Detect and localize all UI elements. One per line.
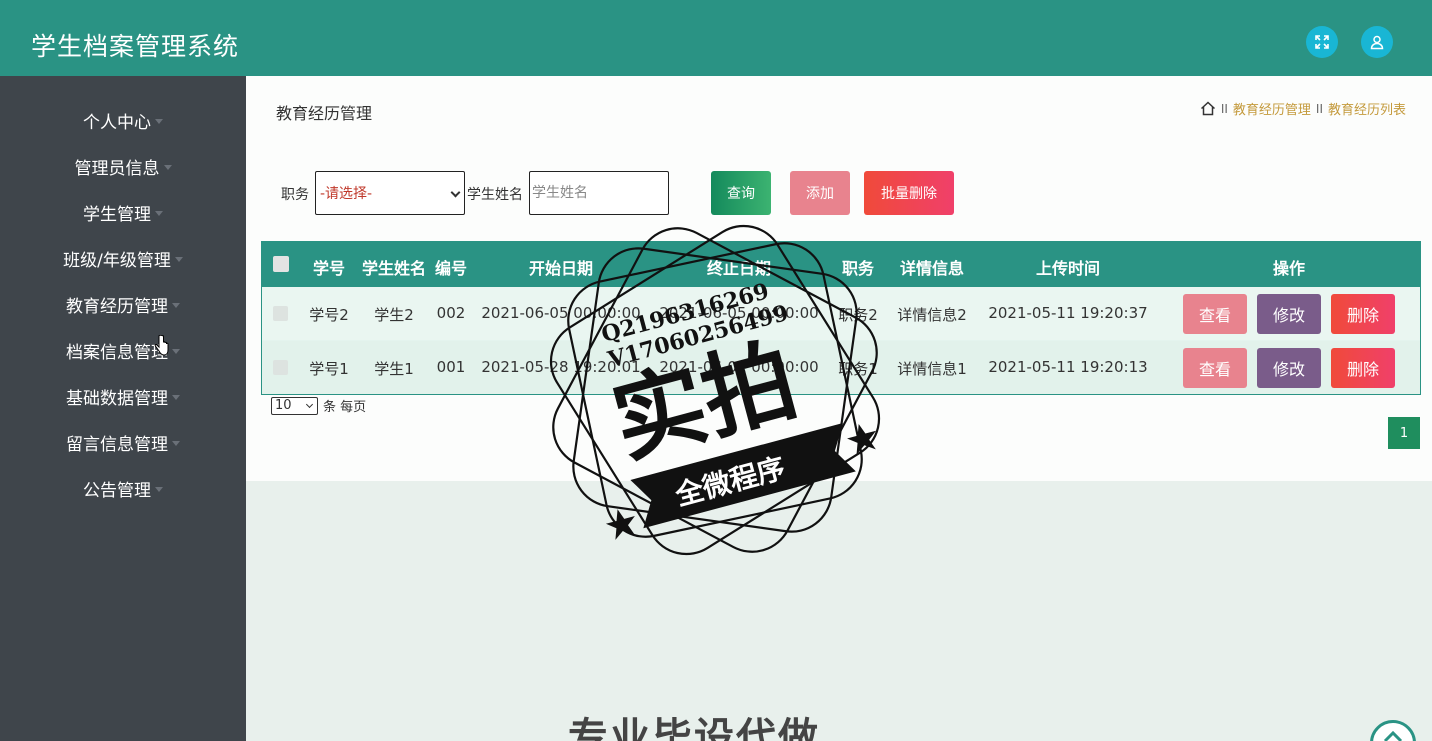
sidebar-item-class-grade-management[interactable]: 班级/年级管理 [0,241,246,275]
sidebar: 个人中心 管理员信息 学生管理 班级/年级管理 教育经历管理 档案信息管理 基础… [0,76,246,741]
sidebar-item-admin-info[interactable]: 管理员信息 [0,149,246,183]
caret-down-icon [163,164,172,170]
table-row: 学号1 学生1 001 2021-05-28 19:20:01 2021-06-… [262,341,1420,394]
delete-button[interactable]: 删除 [1331,294,1395,334]
sidebar-item-message-management[interactable]: 留言信息管理 [0,425,246,459]
cell-upload-time: 2021-05-11 19:20:37 [988,304,1148,322]
table-header: 学号 学生姓名 编号 开始日期 终止日期 职务 详情信息 上传时间 操作 [262,242,1420,287]
main-content: 教育经历管理 II 教育经历管理 II 教育经历列表 职务 -请选择- 学生姓名… [246,76,1432,481]
column-header-position[interactable]: 职务 [842,255,874,279]
view-button[interactable]: 查看 [1183,348,1247,388]
fullscreen-button[interactable] [1306,26,1338,58]
sidebar-item-personal-center[interactable]: 个人中心 [0,103,246,137]
column-header-detail[interactable]: 详情信息 [900,255,964,279]
caret-down-icon [174,256,183,262]
query-button[interactable]: 查询 [711,171,771,215]
batch-delete-button[interactable]: 批量删除 [864,171,954,215]
user-button[interactable] [1361,26,1393,58]
column-header-actions: 操作 [1272,259,1306,278]
cell-end-date: 2021-06-01 00:00:00 [659,358,819,376]
breadcrumb-education-management[interactable]: 教育经历管理 [1233,99,1311,118]
position-select-value: -请选择- [320,186,373,202]
row-checkbox[interactable] [273,360,288,375]
cell-code: 002 [436,304,466,322]
cell-position: 职务1 [838,360,878,378]
caret-down-icon [155,210,163,216]
caret-down-icon [172,394,180,400]
cell-upload-time: 2021-05-11 19:20:13 [988,358,1148,376]
sidebar-item-education-management[interactable]: 教育经历管理 [0,287,246,321]
page-size-suffix: 条 每页 [323,400,367,415]
cell-start-date: 2021-06-05 00:00:00 [481,304,641,322]
table-row: 学号2 学生2 002 2021-06-05 00:00:00 2021-06-… [262,287,1420,340]
breadcrumb-separator: II [1220,101,1228,116]
add-button[interactable]: 添加 [790,171,850,215]
edit-button[interactable]: 修改 [1257,294,1321,334]
column-header-start-date[interactable]: 开始日期 [529,255,593,279]
sidebar-item-label: 班级/年级管理 [63,250,171,271]
education-table: 学号 学生姓名 编号 开始日期 终止日期 职务 详情信息 上传时间 操作 学号2… [261,241,1421,395]
sidebar-item-label: 管理员信息 [74,158,160,179]
caret-down-icon [172,348,180,354]
breadcrumb-separator: II [1315,101,1323,116]
cell-start-date: 2021-05-28 19:20:01 [481,358,641,376]
position-select[interactable]: -请选择- [315,171,465,215]
cell-student-no: 学号2 [309,306,349,324]
sidebar-item-label: 学生管理 [83,204,151,225]
student-name-input[interactable] [529,171,669,215]
sidebar-item-label: 公告管理 [83,480,151,501]
column-header-student-name[interactable]: 学生姓名 [362,255,426,279]
back-to-top-button[interactable] [1370,720,1416,741]
app-title: 学生档案管理系统 [31,32,240,61]
column-header-code[interactable]: 编号 [435,255,467,279]
cell-detail: 详情信息2 [897,306,967,324]
cell-end-date: 2021-06-05 00:00:00 [659,304,819,322]
caret-down-icon [172,302,180,308]
footer-banner-text: 专业毕设代做 [568,715,820,741]
chevron-down-icon [450,187,461,198]
breadcrumb: II 教育经历管理 II 教育经历列表 [1200,99,1406,118]
sidebar-item-base-data-management[interactable]: 基础数据管理 [0,379,246,413]
fullscreen-icon [1315,35,1329,49]
cell-student-name: 学生1 [374,360,414,378]
page-size-control: 10 条 每页 [271,396,366,415]
chevron-up-icon [1383,730,1403,741]
position-filter-label: 职务 [281,187,309,203]
edit-button[interactable]: 修改 [1257,348,1321,388]
mouse-cursor-icon [154,335,169,356]
sidebar-item-label: 个人中心 [83,112,151,133]
cell-student-name: 学生2 [374,306,414,324]
page-size-value: 10 [275,398,292,413]
select-all-checkbox[interactable] [273,256,289,272]
caret-down-icon [155,486,163,492]
top-bar: 学生档案管理系统 [0,0,1432,76]
sidebar-item-student-management[interactable]: 学生管理 [0,195,246,229]
sidebar-item-label: 基础数据管理 [66,388,168,409]
page-title: 教育经历管理 [276,104,373,123]
sidebar-item-archive-management[interactable]: 档案信息管理 [0,333,246,367]
sidebar-item-label: 档案信息管理 [66,342,168,363]
delete-button[interactable]: 删除 [1331,348,1395,388]
breadcrumb-education-list[interactable]: 教育经历列表 [1328,99,1406,118]
cell-detail: 详情信息1 [897,360,967,378]
sidebar-item-label: 教育经历管理 [66,296,168,317]
student-name-filter-label: 学生姓名 [467,187,523,203]
chevron-down-icon [305,400,314,408]
cell-code: 001 [436,358,466,376]
sidebar-item-label: 留言信息管理 [66,434,168,455]
column-header-student-no[interactable]: 学号 [313,255,345,279]
row-checkbox[interactable] [273,306,288,321]
column-header-end-date[interactable]: 终止日期 [707,255,771,279]
user-icon [1370,35,1384,50]
home-icon[interactable] [1200,101,1216,116]
column-header-upload-time[interactable]: 上传时间 [1036,255,1100,279]
sidebar-item-notice-management[interactable]: 公告管理 [0,471,246,505]
caret-down-icon [172,440,180,446]
page-number-button[interactable]: 1 [1388,417,1420,449]
caret-down-icon [155,118,163,124]
cell-position: 职务2 [838,306,878,324]
cell-student-no: 学号1 [309,360,349,378]
page-size-select[interactable]: 10 [271,396,318,415]
view-button[interactable]: 查看 [1183,294,1247,334]
